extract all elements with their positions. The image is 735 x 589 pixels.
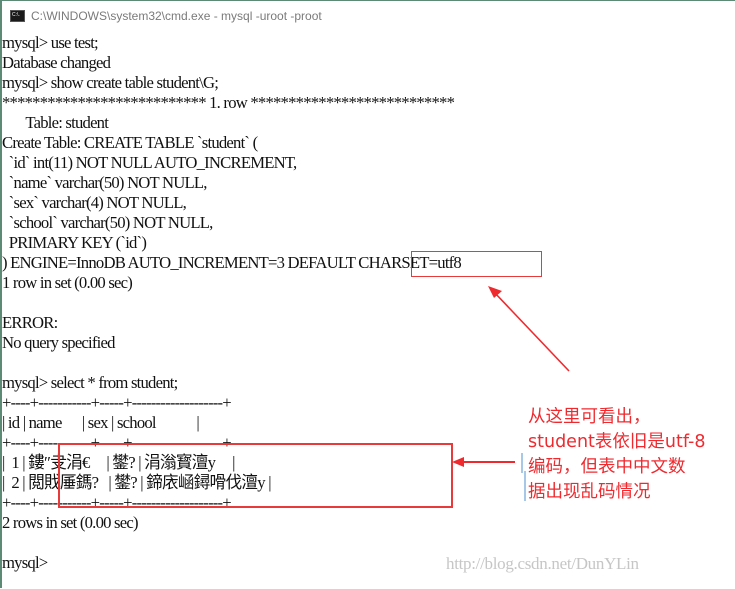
terminal-line: Database changed <box>2 53 111 72</box>
cmd-window: C:\WINDOWS\system32\cmd.exe - mysql -uro… <box>0 0 735 588</box>
title-bar[interactable]: C:\WINDOWS\system32\cmd.exe - mysql -uro… <box>2 1 735 31</box>
terminal-line: mysql> select * from student; <box>2 373 178 392</box>
terminal-line: Table: student <box>2 113 109 132</box>
terminal-line: mysql> show create table student\G; <box>2 73 219 92</box>
terminal-line: ERROR: <box>2 313 58 332</box>
terminal-line: mysql> use test; <box>2 33 99 52</box>
annotation-note: 从这里可看出， student表依旧是utf-8 编码，但表中中文数 据出现乱码… <box>528 405 735 505</box>
terminal-line: PRIMARY KEY (`id`) <box>2 233 147 252</box>
window-title: C:\WINDOWS\system32\cmd.exe - mysql -uro… <box>31 9 322 23</box>
annotation-line: 从这里可看出， <box>528 407 651 427</box>
terminal-line: `school` varchar(50) NOT NULL, <box>2 213 214 232</box>
terminal-line: `id` int(11) NOT NULL AUTO_INCREMENT, <box>2 153 297 172</box>
terminal-line: 2 rows in set (0.00 sec) <box>2 513 139 532</box>
text-cursor-mark <box>521 453 523 473</box>
annotation-line: 据出现乱码情况 <box>528 482 651 502</box>
terminal-line: *************************** 1. row *****… <box>2 93 455 112</box>
cmd-icon <box>10 10 25 22</box>
terminal-line: ) ENGINE=InnoDB AUTO_INCREMENT=3 DEFAULT… <box>2 253 462 272</box>
terminal-line: 1 row in set (0.00 sec) <box>2 273 133 292</box>
text-cursor-mark <box>524 471 526 501</box>
annotation-line: student表依旧是utf-8 <box>528 432 706 452</box>
terminal-line: No query specified <box>2 333 115 352</box>
terminal-line: `name` varchar(50) NOT NULL, <box>2 173 208 192</box>
terminal-line: Create Table: CREATE TABLE `student` ( <box>2 133 258 152</box>
terminal-line: `sex` varchar(4) NOT NULL, <box>2 193 187 212</box>
watermark: http://blog.csdn.net/DunYLin <box>446 554 639 573</box>
annotation-line: 编码，但表中中文数 <box>528 457 686 477</box>
